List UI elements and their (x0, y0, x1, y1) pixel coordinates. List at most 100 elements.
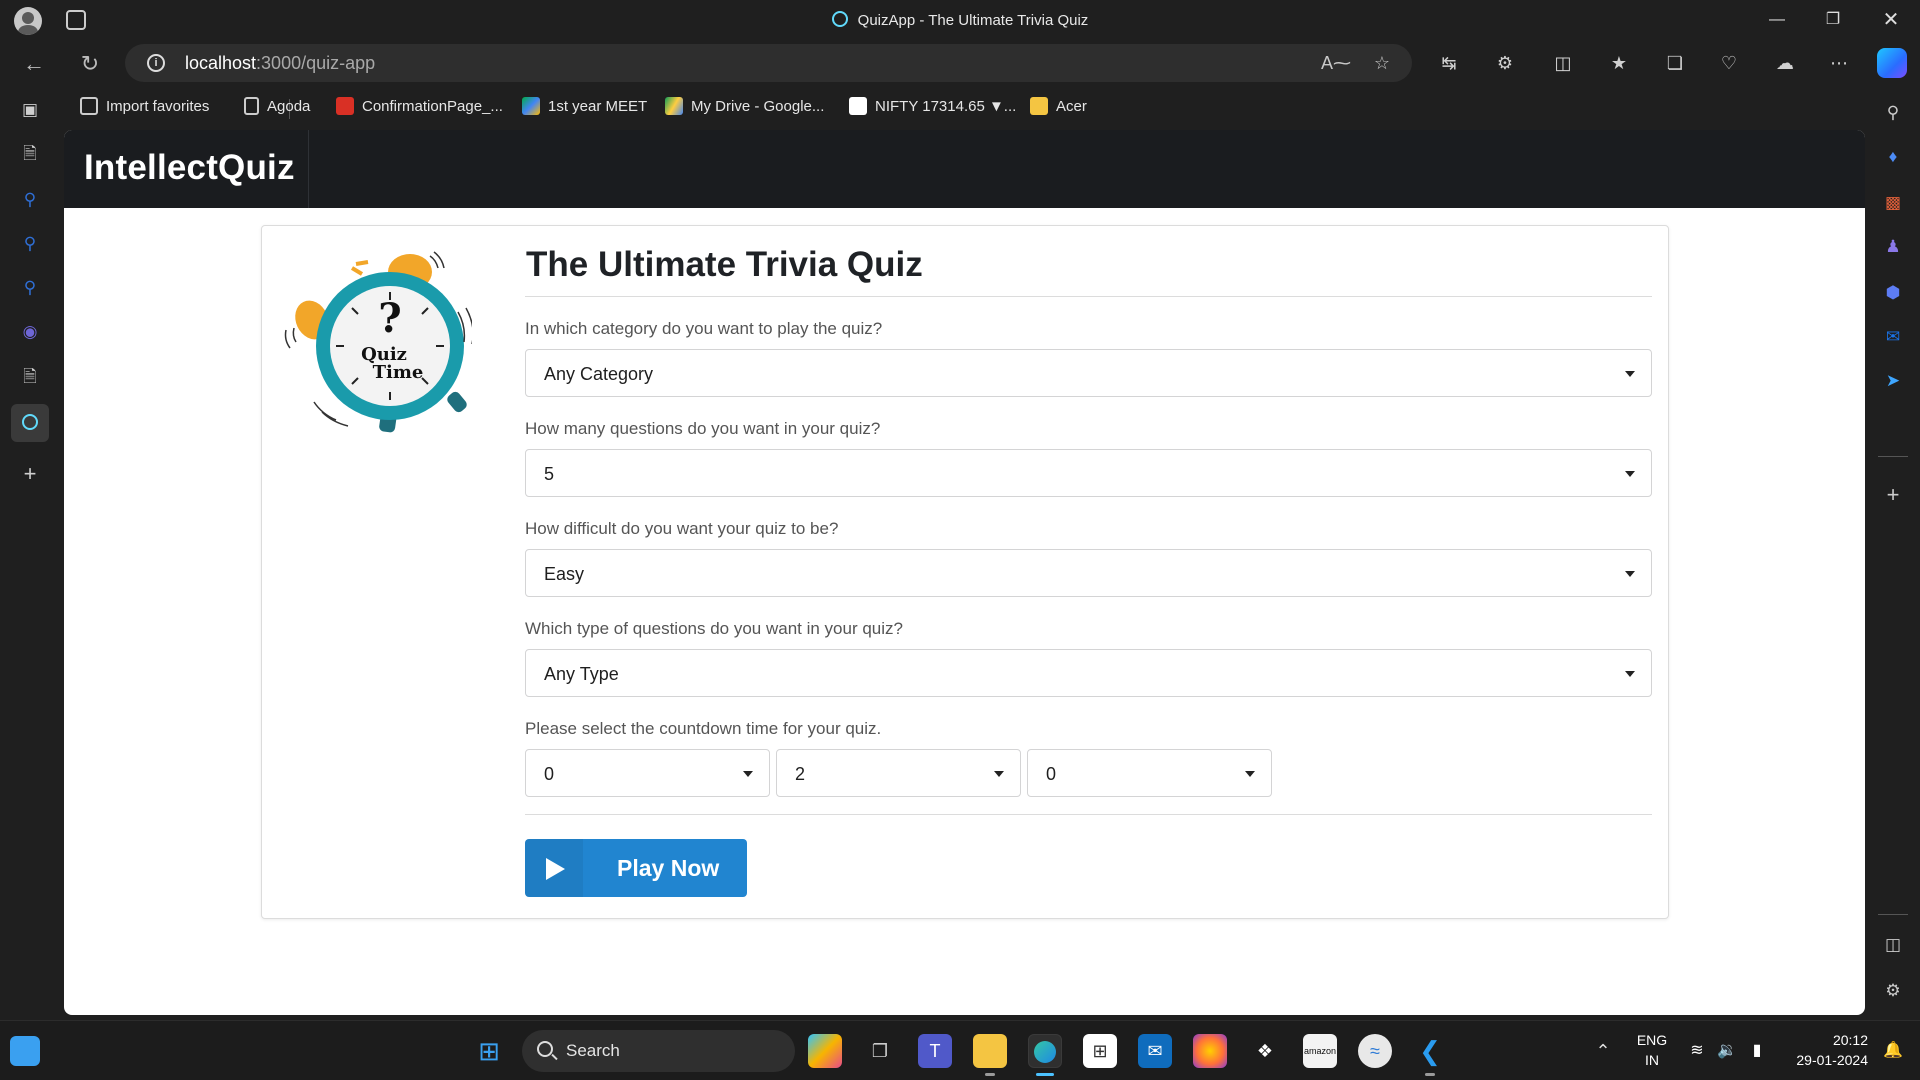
language-indicator[interactable]: ENG IN (1632, 1030, 1672, 1070)
brand-logo[interactable]: IntellectQuiz (84, 148, 295, 188)
outlook-icon[interactable]: ✉ (1880, 324, 1906, 350)
vscode-icon[interactable]: ❮ (1413, 1034, 1447, 1068)
task-view-icon[interactable]: ❐ (863, 1034, 897, 1068)
split-screen-icon[interactable]: ◫ (1548, 48, 1578, 78)
tab-search-icon[interactable]: ⚲ (16, 274, 44, 302)
collections-icon[interactable]: ❏ (1660, 48, 1690, 78)
window-title: QuizApp - The Ultimate Trivia Quiz (0, 11, 1920, 29)
read-aloud-icon[interactable]: A⁓ (1321, 51, 1351, 75)
tab-search-icon[interactable]: ⚲ (16, 186, 44, 214)
bookmark-meet[interactable]: 1st year MEET (522, 95, 647, 119)
amazon-icon[interactable]: amazon (1303, 1034, 1337, 1068)
taskbar-search[interactable]: Search (522, 1030, 795, 1072)
show-hidden-icons-chevron-icon[interactable]: ⌃ (1586, 1034, 1620, 1068)
favorites-icon[interactable]: ★ (1604, 48, 1634, 78)
vertical-tabs-sidebar: ▣ 🗎 ⚲ ⚲ ⚲ ◉ 🗎 + (0, 88, 62, 1016)
play-now-button[interactable]: Play Now (525, 839, 747, 897)
react-icon (831, 11, 848, 27)
mail-icon[interactable]: ✉ (1138, 1034, 1172, 1068)
back-arrow-icon[interactable]: ← (18, 48, 50, 80)
store-icon[interactable]: ⊞ (1083, 1034, 1117, 1068)
tools-briefcase-icon[interactable]: ▩ (1880, 190, 1906, 216)
seconds-select[interactable]: 0 (1027, 749, 1272, 797)
widgets-icon[interactable] (10, 1036, 40, 1066)
category-value: Any Category (544, 364, 654, 384)
bookmark-confirmation-page[interactable]: ConfirmationPage_... (336, 95, 503, 119)
num-questions-select[interactable]: 5 (525, 449, 1652, 497)
tab-search-icon[interactable]: ⚲ (16, 230, 44, 258)
file-explorer-icon[interactable] (973, 1034, 1007, 1068)
site-info-icon[interactable]: i (147, 54, 165, 72)
sidebar-search-icon[interactable]: ⚲ (1880, 100, 1906, 126)
running-indicator (985, 1073, 995, 1076)
browser-essentials-icon[interactable]: ♡ (1714, 48, 1744, 78)
difficulty-select[interactable]: Easy (525, 549, 1652, 597)
tab-page-icon[interactable]: 🗎 (16, 363, 44, 391)
quiz-setup-card: ? Quiz Time The Ultimate Trivia Quiz In … (261, 225, 1669, 919)
extensions-icon[interactable]: ⚙ (1490, 48, 1520, 78)
sidebar-divider (1878, 914, 1908, 915)
add-sidebar-plus-icon[interactable]: + (1880, 482, 1906, 508)
drop-icon[interactable]: ➤ (1880, 368, 1906, 394)
caret-down-icon (994, 771, 1004, 777)
copilot-pre-icon[interactable] (808, 1034, 842, 1068)
web-content: IntellectQuiz ? Quiz Time The Ultimate T… (64, 130, 1865, 1015)
sidebar-settings-icon[interactable]: ⚙ (1880, 978, 1906, 1004)
hide-sidebar-icon[interactable]: ◫ (1880, 932, 1906, 958)
hours-select[interactable]: 0 (525, 749, 770, 797)
games-icon[interactable]: ♟ (1880, 234, 1906, 260)
difficulty-value: Easy (544, 564, 585, 584)
minutes-value: 2 (795, 764, 806, 784)
more-menu-icon[interactable]: ⋯ (1824, 48, 1854, 78)
countdown-selects: 0 2 0 (525, 749, 1652, 797)
new-tab-plus-icon[interactable]: + (16, 460, 44, 488)
tab-web-icon[interactable]: ◉ (16, 318, 44, 346)
windows-taskbar: ⊞ Search ❐ T ⊞ ✉ ❖ amazon ≈ ❮ ⌃ ENG IN ≋ … (0, 1020, 1920, 1080)
bookmark-acer[interactable]: Acer (1030, 95, 1087, 119)
bookmark-my-drive[interactable]: My Drive - Google... (665, 95, 824, 119)
start-windows-icon[interactable]: ⊞ (472, 1034, 506, 1068)
url-bar[interactable]: i localhost:3000/quiz-app A⁓ ☆ (125, 44, 1412, 82)
share-icon[interactable]: ☁ (1770, 48, 1800, 78)
copilot-icon[interactable] (1877, 48, 1907, 78)
teams-icon[interactable]: T (918, 1034, 952, 1068)
drive-icon (665, 97, 683, 115)
tab-react-app-icon[interactable] (11, 404, 49, 442)
active-indicator (1036, 1073, 1054, 1076)
dropbox-icon[interactable]: ❖ (1248, 1034, 1282, 1068)
svg-text:Time: Time (373, 362, 424, 383)
bookmark-import-favorites[interactable]: Import favorites (80, 95, 209, 119)
bookmark-nifty[interactable]: NIFTY 17314.65 ▼... (849, 95, 1016, 119)
bookmark-agoda[interactable]: Agoda (244, 95, 310, 119)
app-navbar: IntellectQuiz (64, 130, 1865, 208)
tab-page-icon[interactable]: 🗎 (16, 140, 44, 168)
refresh-icon[interactable]: ↻ (74, 48, 106, 80)
question-type-select[interactable]: Any Type (525, 649, 1652, 697)
firefox-icon[interactable] (1193, 1034, 1227, 1068)
num-questions-value: 5 (544, 464, 555, 484)
microsoft-365-icon[interactable]: ⬢ (1880, 280, 1906, 306)
difficulty-label: How difficult do you want your quiz to b… (525, 519, 839, 538)
wifi-icon[interactable]: ≋ (1680, 1034, 1714, 1068)
search-icon (537, 1041, 553, 1057)
meet-icon (522, 97, 540, 115)
restore-button[interactable]: ❐ (1808, 6, 1858, 34)
minutes-select[interactable]: 2 (776, 749, 1021, 797)
volume-icon[interactable]: 🔉 (1710, 1034, 1744, 1068)
clock[interactable]: 20:12 29-01-2024 (1780, 1030, 1868, 1070)
caret-down-icon (1245, 771, 1255, 777)
translate-icon[interactable]: ↹ (1434, 48, 1464, 78)
minimize-button[interactable]: — (1752, 6, 1802, 34)
notification-bell-icon[interactable]: 🔔 (1876, 1034, 1910, 1068)
shopping-tag-icon[interactable]: ♦ (1880, 144, 1906, 170)
category-select[interactable]: Any Category (525, 349, 1652, 397)
close-button[interactable]: ✕ (1866, 6, 1916, 34)
quiz-time-clock-icon: ? Quiz Time (284, 251, 472, 433)
favorite-star-icon[interactable]: ☆ (1370, 51, 1394, 75)
tab-actions-icon[interactable]: ▣ (16, 96, 44, 124)
url-text[interactable]: localhost:3000/quiz-app (185, 53, 375, 74)
messenger-app-icon[interactable]: ≈ (1358, 1034, 1392, 1068)
edge-browser-icon[interactable] (1028, 1034, 1062, 1068)
category-label: In which category do you want to play th… (525, 319, 883, 338)
battery-icon[interactable]: ▮ (1740, 1034, 1774, 1068)
